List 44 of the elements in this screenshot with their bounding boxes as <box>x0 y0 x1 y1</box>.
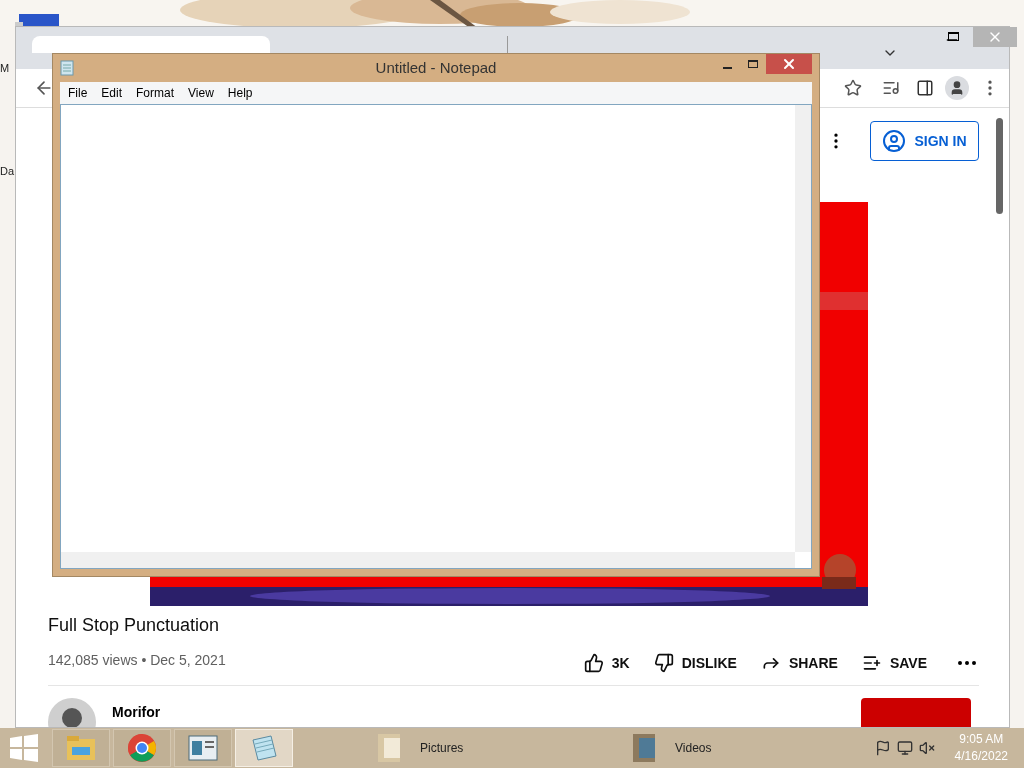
flag-icon[interactable] <box>874 740 891 756</box>
vertical-scrollbar[interactable] <box>795 105 811 552</box>
desktop-icon-label: M <box>0 61 10 76</box>
star-icon[interactable] <box>844 79 862 97</box>
profile-button[interactable] <box>945 76 969 100</box>
video-meta: 142,085 views • Dec 5, 2021 <box>48 650 227 670</box>
toolbar-item-label[interactable]: Pictures <box>420 739 464 757</box>
window-title: Untitled - Notepad <box>374 57 498 78</box>
action-button[interactable]: DISLIKE <box>653 652 737 674</box>
maximize-icon[interactable] <box>948 32 959 41</box>
taskbar-app[interactable] <box>113 729 171 767</box>
close-icon <box>781 56 797 72</box>
notepad-icon <box>60 60 74 76</box>
side-panel-icon[interactable] <box>916 79 934 97</box>
menu-item[interactable]: File <box>61 84 95 102</box>
action-button[interactable]: 3K <box>583 652 630 674</box>
close-button[interactable] <box>766 54 812 74</box>
add-to-list-icon <box>861 653 882 673</box>
taskbar-app[interactable] <box>174 729 232 767</box>
scrollbar-thumb[interactable] <box>996 118 1003 214</box>
menu-item[interactable]: View <box>181 84 221 102</box>
toolbar-item-label[interactable]: Videos <box>675 739 712 757</box>
folder-icon <box>66 735 96 761</box>
document-window-icon <box>188 735 218 761</box>
notepad-icon <box>249 734 279 762</box>
menu-item[interactable]: Format <box>129 84 182 102</box>
desktop-icon-label: Da <box>0 164 15 179</box>
person-icon <box>949 80 965 96</box>
video-title: Full Stop Punctuation <box>48 614 221 637</box>
start-windows-icon[interactable] <box>10 734 38 762</box>
account-icon <box>882 129 907 153</box>
horizontal-scrollbar[interactable] <box>61 552 795 568</box>
menu-item[interactable]: Edit <box>94 84 130 102</box>
thumbs-up-icon <box>583 653 604 673</box>
muted-speaker-icon[interactable] <box>918 740 935 756</box>
action-button[interactable]: SAVE <box>861 652 927 674</box>
chrome-logo-icon <box>127 733 157 763</box>
sign-in-button[interactable]: SIGN IN <box>870 121 979 161</box>
menu-item[interactable]: Help <box>220 84 260 102</box>
media-control-icon[interactable] <box>882 79 900 97</box>
action-button[interactable]: SHARE <box>760 652 838 674</box>
network-icon[interactable] <box>896 740 913 756</box>
channel-name[interactable]: Morifor <box>112 702 861 723</box>
thumbs-down-icon <box>653 653 674 673</box>
